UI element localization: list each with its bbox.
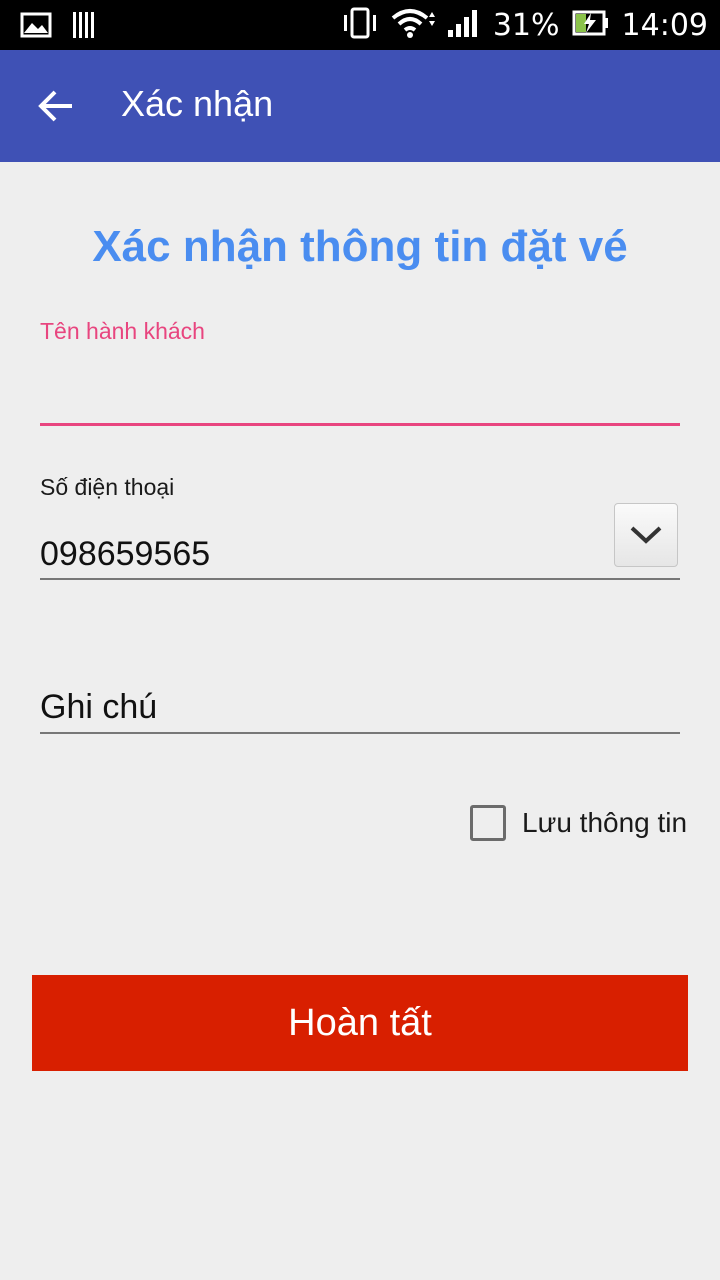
status-bar: 31% 14:09 — [0, 0, 720, 50]
phone-dropdown-button[interactable] — [614, 503, 678, 567]
status-bar-left — [20, 10, 98, 45]
save-info-checkbox[interactable] — [470, 805, 506, 841]
arrow-back-icon — [38, 90, 72, 122]
vibrate-icon — [341, 7, 379, 44]
phone-underline — [40, 578, 680, 580]
barcode-icon — [72, 10, 98, 45]
app-bar-title: Xác nhận — [121, 83, 274, 124]
status-bar-right: 31% 14:09 — [341, 4, 708, 46]
battery-percent: 31% — [492, 7, 560, 43]
note-input[interactable] — [40, 680, 680, 734]
page-heading: Xác nhận thông tin đặt vé — [92, 222, 628, 271]
battery-charging-icon — [572, 10, 610, 41]
gallery-icon — [20, 12, 52, 43]
phone-input[interactable] — [40, 528, 600, 580]
save-info-checkbox-row[interactable]: Lưu thông tin — [470, 805, 687, 841]
phone-label: Số điện thoại — [40, 474, 175, 500]
passenger-name-input[interactable] — [40, 356, 680, 426]
app-bar: Xác nhận — [0, 50, 720, 162]
back-button[interactable] — [26, 76, 86, 136]
wifi-icon — [391, 7, 435, 44]
chevron-down-icon — [630, 526, 662, 544]
passenger-name-label: Tên hành khách — [40, 318, 205, 344]
save-info-label: Lưu thông tin — [522, 807, 688, 838]
note-underline — [40, 732, 680, 734]
signal-icon — [447, 8, 481, 43]
submit-button[interactable]: Hoàn tất — [32, 975, 688, 1071]
status-time: 14:09 — [621, 7, 708, 43]
